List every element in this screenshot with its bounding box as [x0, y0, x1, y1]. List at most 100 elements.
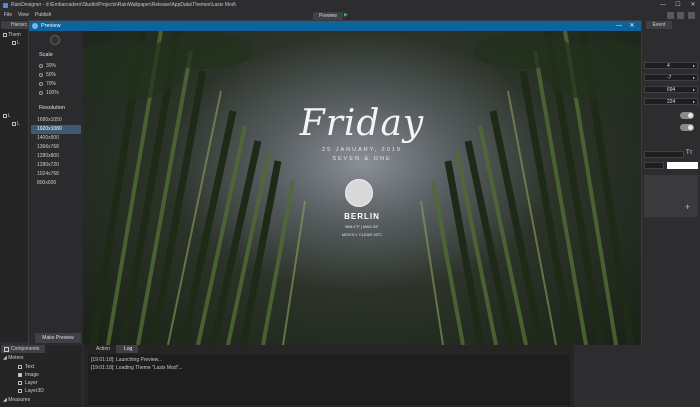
scale-option-70[interactable]: 70%: [39, 81, 56, 87]
resolution-option[interactable]: 1400x900: [31, 134, 81, 143]
toggle-switch[interactable]: [680, 112, 694, 119]
tab-action[interactable]: Action: [88, 345, 114, 353]
component-layer3d[interactable]: Layer3D: [18, 388, 44, 394]
resolution-option[interactable]: 1280x800: [31, 152, 81, 161]
group-measures[interactable]: ◢ Measures: [3, 397, 30, 403]
font-size-field[interactable]: [644, 162, 664, 169]
window-title: RainDesigner - d:\Embarcadero\Studio\Pro…: [11, 2, 236, 8]
wallpaper-city: BERLIN: [344, 212, 380, 221]
scale-label: Scale: [39, 52, 53, 58]
resolution-option[interactable]: 800x600: [31, 179, 81, 188]
scale-option-50[interactable]: 50%: [39, 72, 56, 78]
log-output: [19:01:18]: Launching Preview... [19:01:…: [88, 354, 570, 405]
preview-icon: [32, 23, 38, 29]
group-meters[interactable]: ◢ Meters: [3, 355, 24, 361]
wallpaper-day: Friday: [299, 103, 425, 144]
preview-settings-panel: Scale 30% 50% 70% 100% Resolution 1680x1…: [29, 31, 83, 345]
save-icon[interactable]: [667, 12, 674, 19]
tree-item[interactable]: L: [3, 113, 11, 119]
play-icon[interactable]: ▶: [344, 13, 349, 18]
resolution-option[interactable]: 1366x768: [31, 143, 81, 152]
tree-toggle[interactable]: [12, 40, 16, 45]
console-panel: Action Log [19:01:18]: Launching Preview…: [84, 345, 574, 407]
radio-button[interactable]: [39, 90, 43, 95]
zoom-knob[interactable]: [50, 35, 60, 45]
font-dropdown[interactable]: [644, 151, 684, 158]
checkbox[interactable]: [18, 372, 22, 377]
property-field[interactable]: 224 ▸: [644, 98, 698, 105]
component-label: Image: [25, 372, 39, 378]
settings-icon[interactable]: [688, 12, 695, 19]
radio-label: 30%: [46, 63, 57, 69]
checkbox[interactable]: [18, 364, 22, 369]
properties-panel: Event 4 ▸ -7 ▸ 694 ▸ 224 ▸ Tт +: [642, 20, 700, 342]
checkbox[interactable]: [18, 388, 22, 393]
tab-event[interactable]: Event: [646, 21, 672, 29]
add-icon[interactable]: +: [685, 202, 690, 212]
close-button[interactable]: ✕: [686, 0, 700, 11]
bottom-right-panel: [576, 345, 700, 407]
preview-minimize-button[interactable]: —: [614, 21, 624, 31]
title-bar: RainDesigner - d:\Embarcadero\Studio\Pro…: [0, 0, 700, 11]
tree-item-label: L: [17, 121, 20, 127]
property-value: -7: [667, 75, 672, 81]
menu-publish[interactable]: Publish: [35, 11, 51, 20]
component-label: Layer3D: [25, 388, 44, 394]
tree-toggle[interactable]: [12, 121, 16, 126]
tree-item-label: Them: [8, 32, 21, 38]
tree-item[interactable]: L: [12, 121, 20, 127]
radio-button[interactable]: [39, 72, 43, 77]
radio-button[interactable]: [39, 63, 43, 68]
property-field[interactable]: 4 ▸: [644, 62, 698, 69]
toggle-switch[interactable]: [680, 124, 694, 131]
wallpaper-preview: Friday 25 JANUARY, 2019 SEVEN & ONE BERL…: [83, 31, 641, 345]
component-label: Text: [25, 364, 35, 370]
wallpaper-minmax: MIN:1°F | MAX:33°: [345, 224, 379, 229]
tree-toggle[interactable]: [3, 32, 7, 37]
resolution-option[interactable]: 1280x720: [31, 161, 81, 170]
spin-arrow-icon[interactable]: ▸: [693, 63, 695, 69]
log-line: [19:01:18]: Loading Theme "Lasix Mod"...: [91, 365, 183, 371]
tree-toggle[interactable]: [3, 113, 7, 118]
component-text[interactable]: Text: [18, 364, 34, 370]
resolution-option[interactable]: 1680x1050: [31, 116, 81, 125]
group-label: Meters: [8, 355, 24, 361]
resolution-option-selected[interactable]: 1920x1080: [31, 125, 81, 134]
weather-icon: [345, 179, 373, 207]
tab-preview[interactable]: Preview: [313, 12, 343, 20]
tree-item-theme[interactable]: Them: [3, 32, 21, 38]
tree-item-label: L: [8, 113, 11, 119]
make-preview-button[interactable]: Make Preview: [35, 333, 81, 343]
menu-view[interactable]: View: [18, 11, 29, 20]
tab-label: Components: [11, 346, 40, 352]
menu-file[interactable]: File: [4, 11, 12, 20]
component-image[interactable]: Image: [18, 372, 39, 378]
spin-arrow-icon[interactable]: ▸: [693, 99, 695, 105]
radio-label: 100%: [46, 90, 59, 96]
save-all-icon[interactable]: [677, 12, 684, 19]
spin-arrow-icon[interactable]: ▸: [693, 87, 695, 93]
resolution-label: Resolution: [39, 105, 65, 111]
resolution-option[interactable]: 1024x768: [31, 170, 81, 179]
scale-option-100[interactable]: 100%: [39, 90, 59, 96]
tab-components[interactable]: Components: [1, 345, 45, 353]
minimize-button[interactable]: —: [656, 0, 670, 11]
tree-item-label: L: [17, 40, 20, 46]
scale-option-30[interactable]: 30%: [39, 63, 56, 69]
property-field[interactable]: 694 ▸: [644, 86, 698, 93]
color-swatch[interactable]: [667, 162, 698, 169]
tab-log[interactable]: Log: [116, 345, 138, 353]
tab-label: Log: [124, 346, 133, 352]
font-icon[interactable]: Tт: [686, 150, 692, 156]
components-panel: Components ◢ Meters Text Image Layer Lay…: [0, 345, 82, 407]
radio-label: 70%: [46, 81, 57, 87]
preview-close-button[interactable]: ✕: [627, 21, 637, 31]
radio-button[interactable]: [39, 81, 43, 86]
spin-arrow-icon[interactable]: ▸: [693, 75, 695, 81]
tree-item[interactable]: L: [12, 40, 20, 46]
checkbox[interactable]: [18, 380, 22, 385]
maximize-button[interactable]: ☐: [671, 0, 685, 11]
property-field[interactable]: -7 ▸: [644, 74, 698, 81]
preview-title-bar: Preview — ✕: [29, 21, 641, 31]
component-layer[interactable]: Layer: [18, 380, 38, 386]
